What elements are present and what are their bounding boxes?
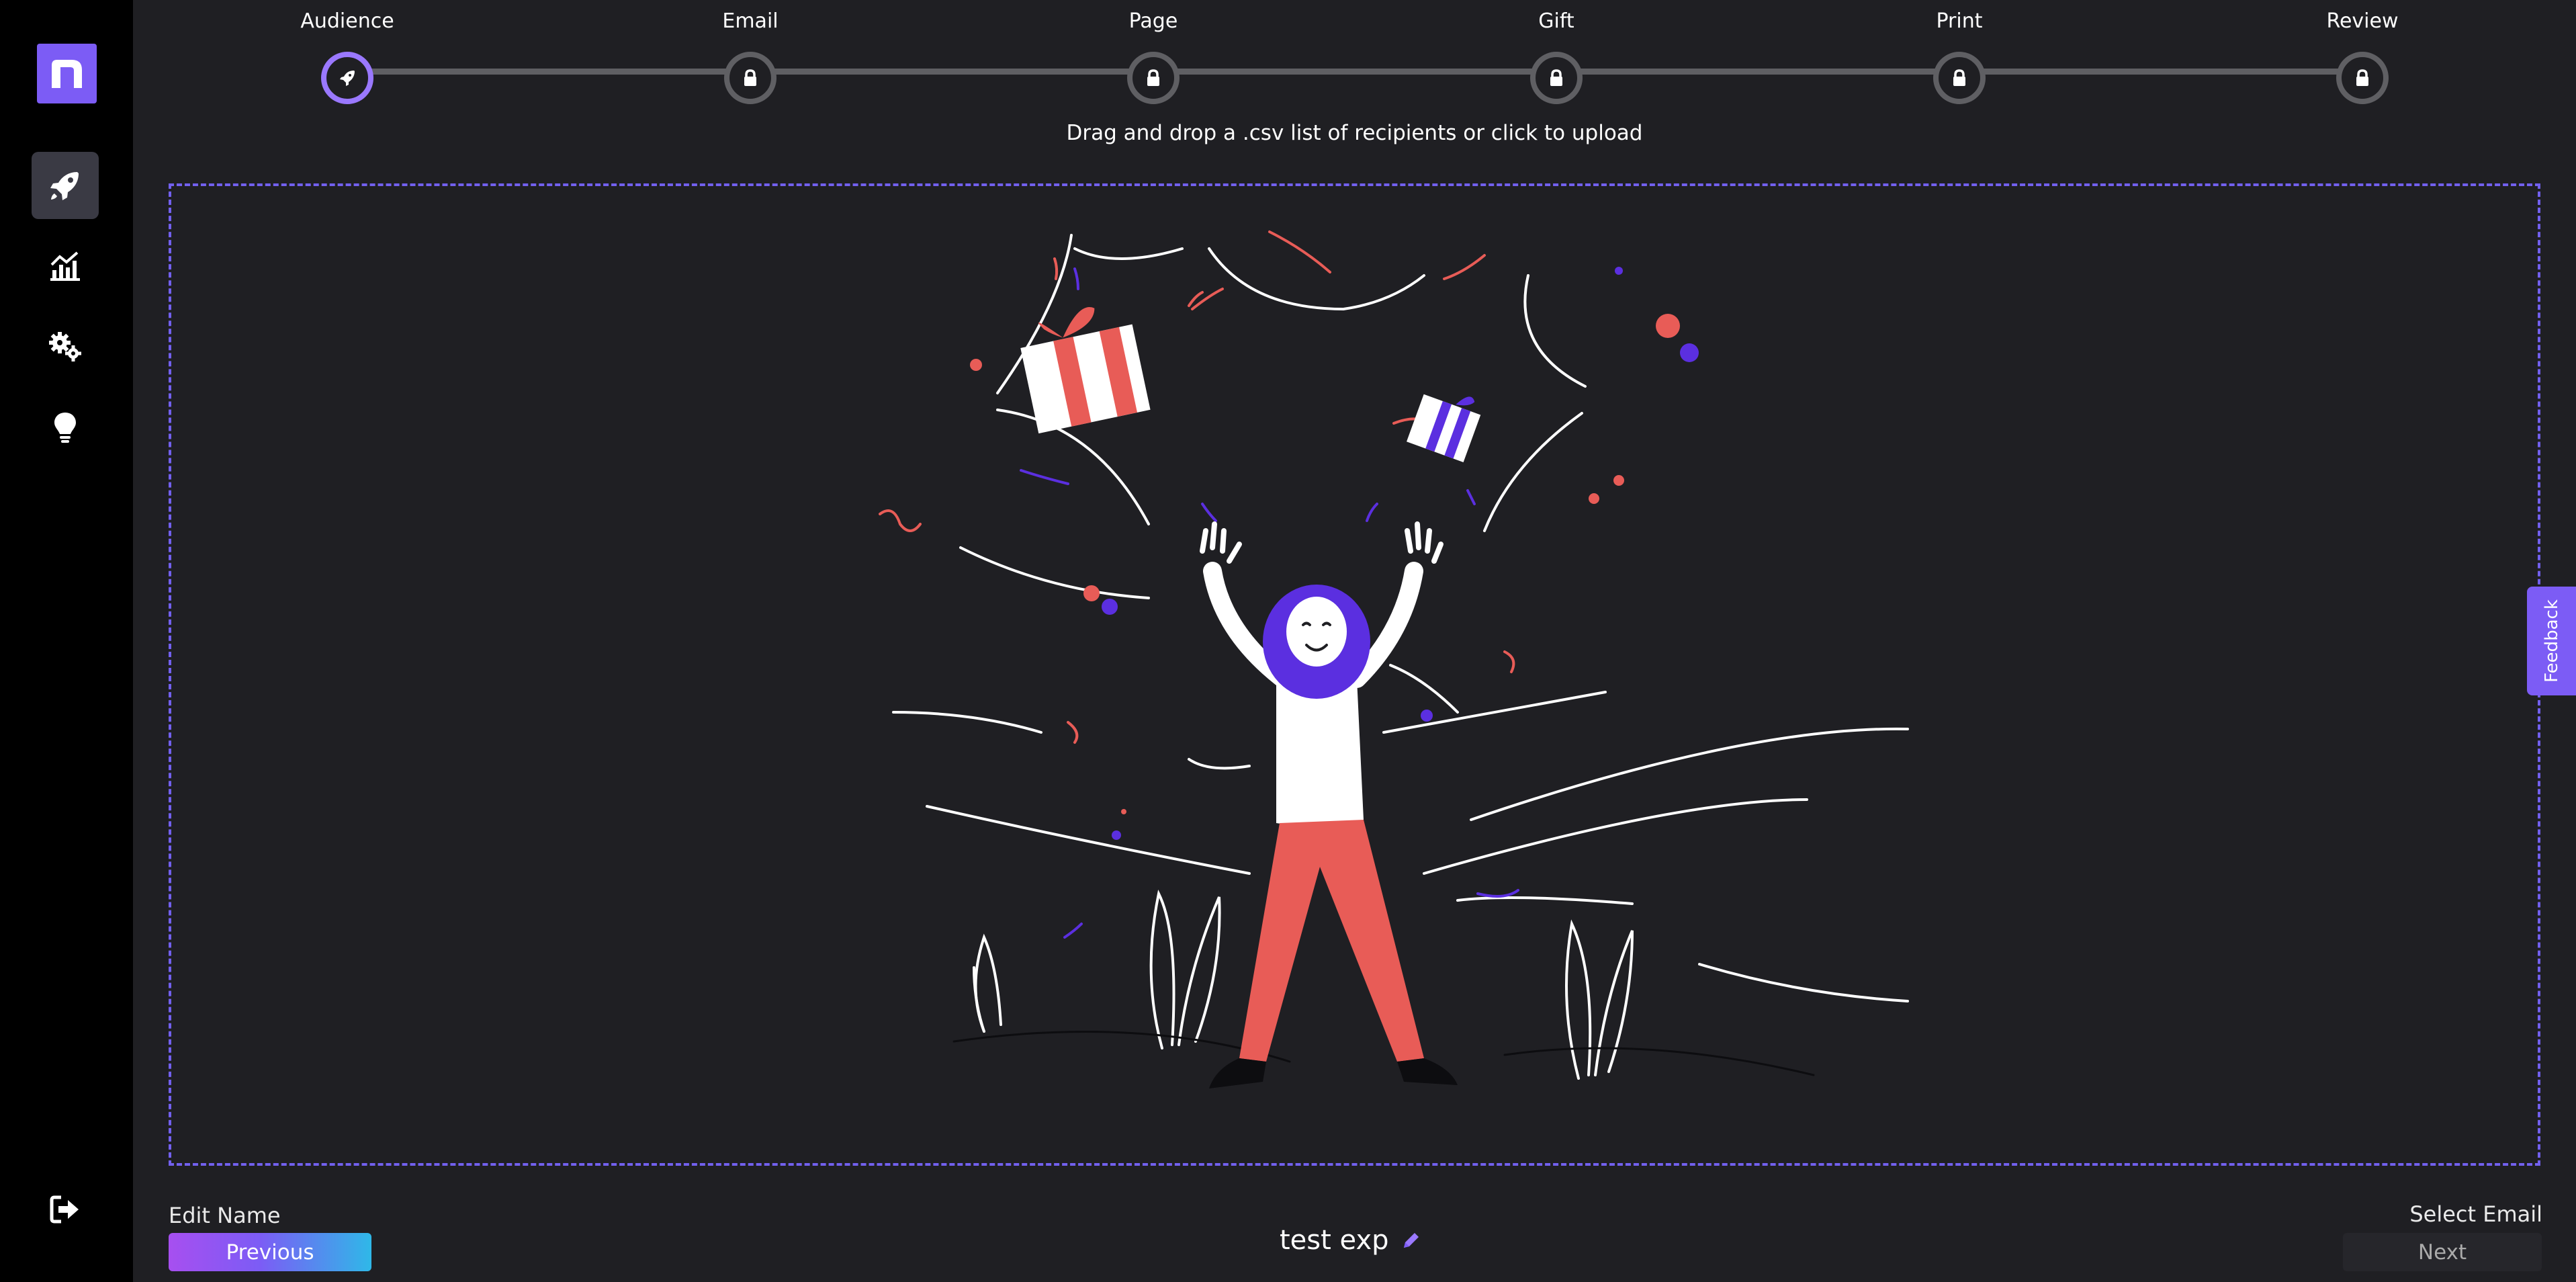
upload-instruction: Drag and drop a .csv list of recipients … xyxy=(1066,121,1643,145)
step-marker[interactable] xyxy=(321,52,373,104)
step-audience[interactable]: Audience xyxy=(247,0,448,104)
step-label: Audience xyxy=(300,9,394,33)
step-marker[interactable] xyxy=(1933,52,1986,104)
lightbulb-icon xyxy=(54,413,76,443)
rocket-icon xyxy=(340,71,355,86)
select-email-label: Select Email xyxy=(2409,1201,2542,1227)
edit-name-label: Edit Name xyxy=(169,1203,281,1228)
step-page[interactable]: Page xyxy=(1053,0,1254,104)
sidebar xyxy=(0,0,133,1282)
experience-name[interactable]: test exp xyxy=(1280,1225,1421,1256)
sidebar-item-analytics[interactable] xyxy=(32,232,99,300)
feedback-tab[interactable]: Feedback xyxy=(2527,587,2576,695)
step-email[interactable]: Email xyxy=(650,0,851,104)
celebration-illustration xyxy=(879,230,1909,1088)
step-print[interactable]: Print xyxy=(1859,0,2060,104)
step-label: Print xyxy=(1936,9,1983,33)
lock-icon xyxy=(2356,69,2368,86)
lock-icon xyxy=(1953,69,1965,86)
progress-stepper: Audience Email Page Gift Print Review xyxy=(0,0,2576,121)
sidebar-item-campaigns[interactable] xyxy=(32,152,99,219)
step-label: Review xyxy=(2326,9,2399,33)
previous-button[interactable]: Previous xyxy=(169,1233,371,1271)
next-button[interactable]: Next xyxy=(2343,1233,2542,1271)
lock-icon xyxy=(1550,69,1562,86)
lock-icon xyxy=(744,69,756,86)
gears-icon xyxy=(49,332,81,361)
step-label: Page xyxy=(1128,9,1178,33)
logout-button[interactable] xyxy=(32,1176,99,1243)
step-gift[interactable]: Gift xyxy=(1456,0,1657,104)
step-marker[interactable] xyxy=(724,52,776,104)
logout-icon xyxy=(50,1195,79,1224)
step-label: Gift xyxy=(1538,9,1574,33)
feedback-label: Feedback xyxy=(2541,599,2562,683)
step-review[interactable]: Review xyxy=(2262,0,2463,104)
pencil-icon[interactable] xyxy=(1401,1230,1421,1250)
sidebar-item-ideas[interactable] xyxy=(32,394,99,461)
chart-icon xyxy=(50,251,80,281)
step-marker[interactable] xyxy=(2336,52,2389,104)
rocket-icon xyxy=(50,172,79,200)
step-marker[interactable] xyxy=(1127,52,1180,104)
experience-name-text: test exp xyxy=(1280,1225,1389,1256)
step-label: Email xyxy=(722,9,779,33)
sidebar-item-settings[interactable] xyxy=(32,313,99,380)
step-marker[interactable] xyxy=(1530,52,1583,104)
lock-icon xyxy=(1147,69,1159,86)
